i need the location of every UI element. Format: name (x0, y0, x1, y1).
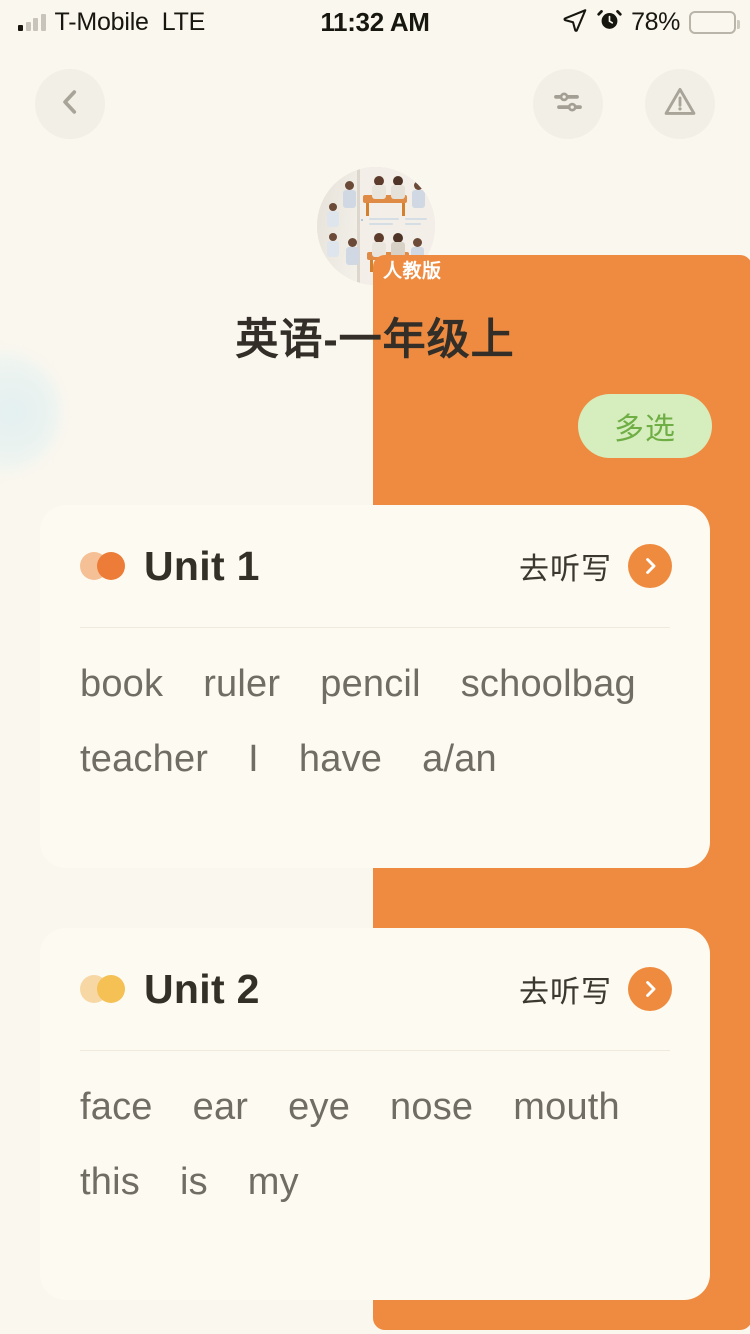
word-item[interactable]: I (248, 730, 259, 789)
multi-select-label: 多选 (614, 413, 676, 446)
word-list: face ear eye nose mouth this is my (40, 1050, 710, 1212)
go-to-dictation-label: 去听写 (519, 976, 612, 1009)
back-button[interactable] (35, 69, 105, 139)
go-to-dictation-button[interactable]: 去听写 (519, 544, 672, 588)
decorative-blob-left (0, 352, 60, 472)
word-item[interactable]: teacher (80, 730, 208, 789)
unit-progress-dots-icon (80, 975, 138, 1003)
go-to-dictation-label: 去听写 (519, 553, 612, 586)
word-row: face ear eye nose mouth (80, 1078, 670, 1137)
location-arrow-icon (562, 7, 588, 38)
card-divider (80, 1050, 670, 1051)
multi-select-button[interactable]: 多选 (578, 394, 712, 458)
page-title: 英语-一年级上 (235, 316, 515, 364)
app-screen: T-Mobile LTE 11:32 AM 78% 人教版 英语-一年级上 多选… (0, 0, 750, 1334)
settings-filter-button[interactable] (533, 69, 603, 139)
unit-card-header: Unit 2 去听写 (40, 928, 710, 1050)
word-item[interactable]: have (299, 730, 382, 789)
word-item[interactable]: eye (288, 1078, 350, 1137)
unit-title: Unit 1 (144, 542, 260, 589)
go-to-dictation-button[interactable]: 去听写 (519, 967, 672, 1011)
status-bar: T-Mobile LTE 11:32 AM 78% (0, 0, 750, 44)
word-row: teacher Ihave a/an (80, 730, 670, 789)
battery-percent-label: 78% (631, 7, 680, 36)
warning-button[interactable] (645, 69, 715, 139)
unit-title: Unit 2 (144, 965, 260, 1012)
unit-card[interactable]: Unit 1 去听写 book ruler pencil schoolbag teacher… (40, 505, 710, 868)
warning-triangle-icon (662, 84, 698, 125)
word-item[interactable]: ear (193, 1078, 249, 1137)
word-item[interactable]: a/an (422, 730, 497, 789)
word-item[interactable]: schoolbag (461, 655, 636, 714)
sliders-settings-icon (550, 84, 586, 125)
word-item[interactable]: this (80, 1153, 140, 1212)
word-item[interactable]: mouth (513, 1078, 620, 1137)
card-divider (80, 627, 670, 628)
word-row: this is my (80, 1153, 670, 1212)
unit-progress-dots-icon (80, 552, 138, 580)
battery-icon (689, 10, 740, 34)
chevron-right-icon (628, 967, 672, 1011)
word-item[interactable]: ruler (203, 655, 280, 714)
chevron-left-icon (53, 85, 87, 124)
word-row: book ruler pencil schoolbag (80, 655, 670, 714)
word-list: book ruler pencil schoolbag teacher Ihave a/an (40, 627, 710, 789)
status-bar-right: 78% (562, 0, 740, 44)
unit-card[interactable]: Unit 2 去听写 face ear eye nose mouth this is my (40, 928, 710, 1300)
word-item[interactable]: is (180, 1153, 208, 1212)
word-item[interactable]: my (248, 1153, 299, 1212)
chevron-right-icon (628, 544, 672, 588)
alarm-clock-icon (597, 7, 622, 37)
unit-card-header: Unit 1 去听写 (40, 505, 710, 627)
word-item[interactable]: book (80, 655, 163, 714)
word-item[interactable]: pencil (320, 655, 421, 714)
word-item[interactable]: face (80, 1078, 153, 1137)
word-item[interactable]: nose (390, 1078, 473, 1137)
